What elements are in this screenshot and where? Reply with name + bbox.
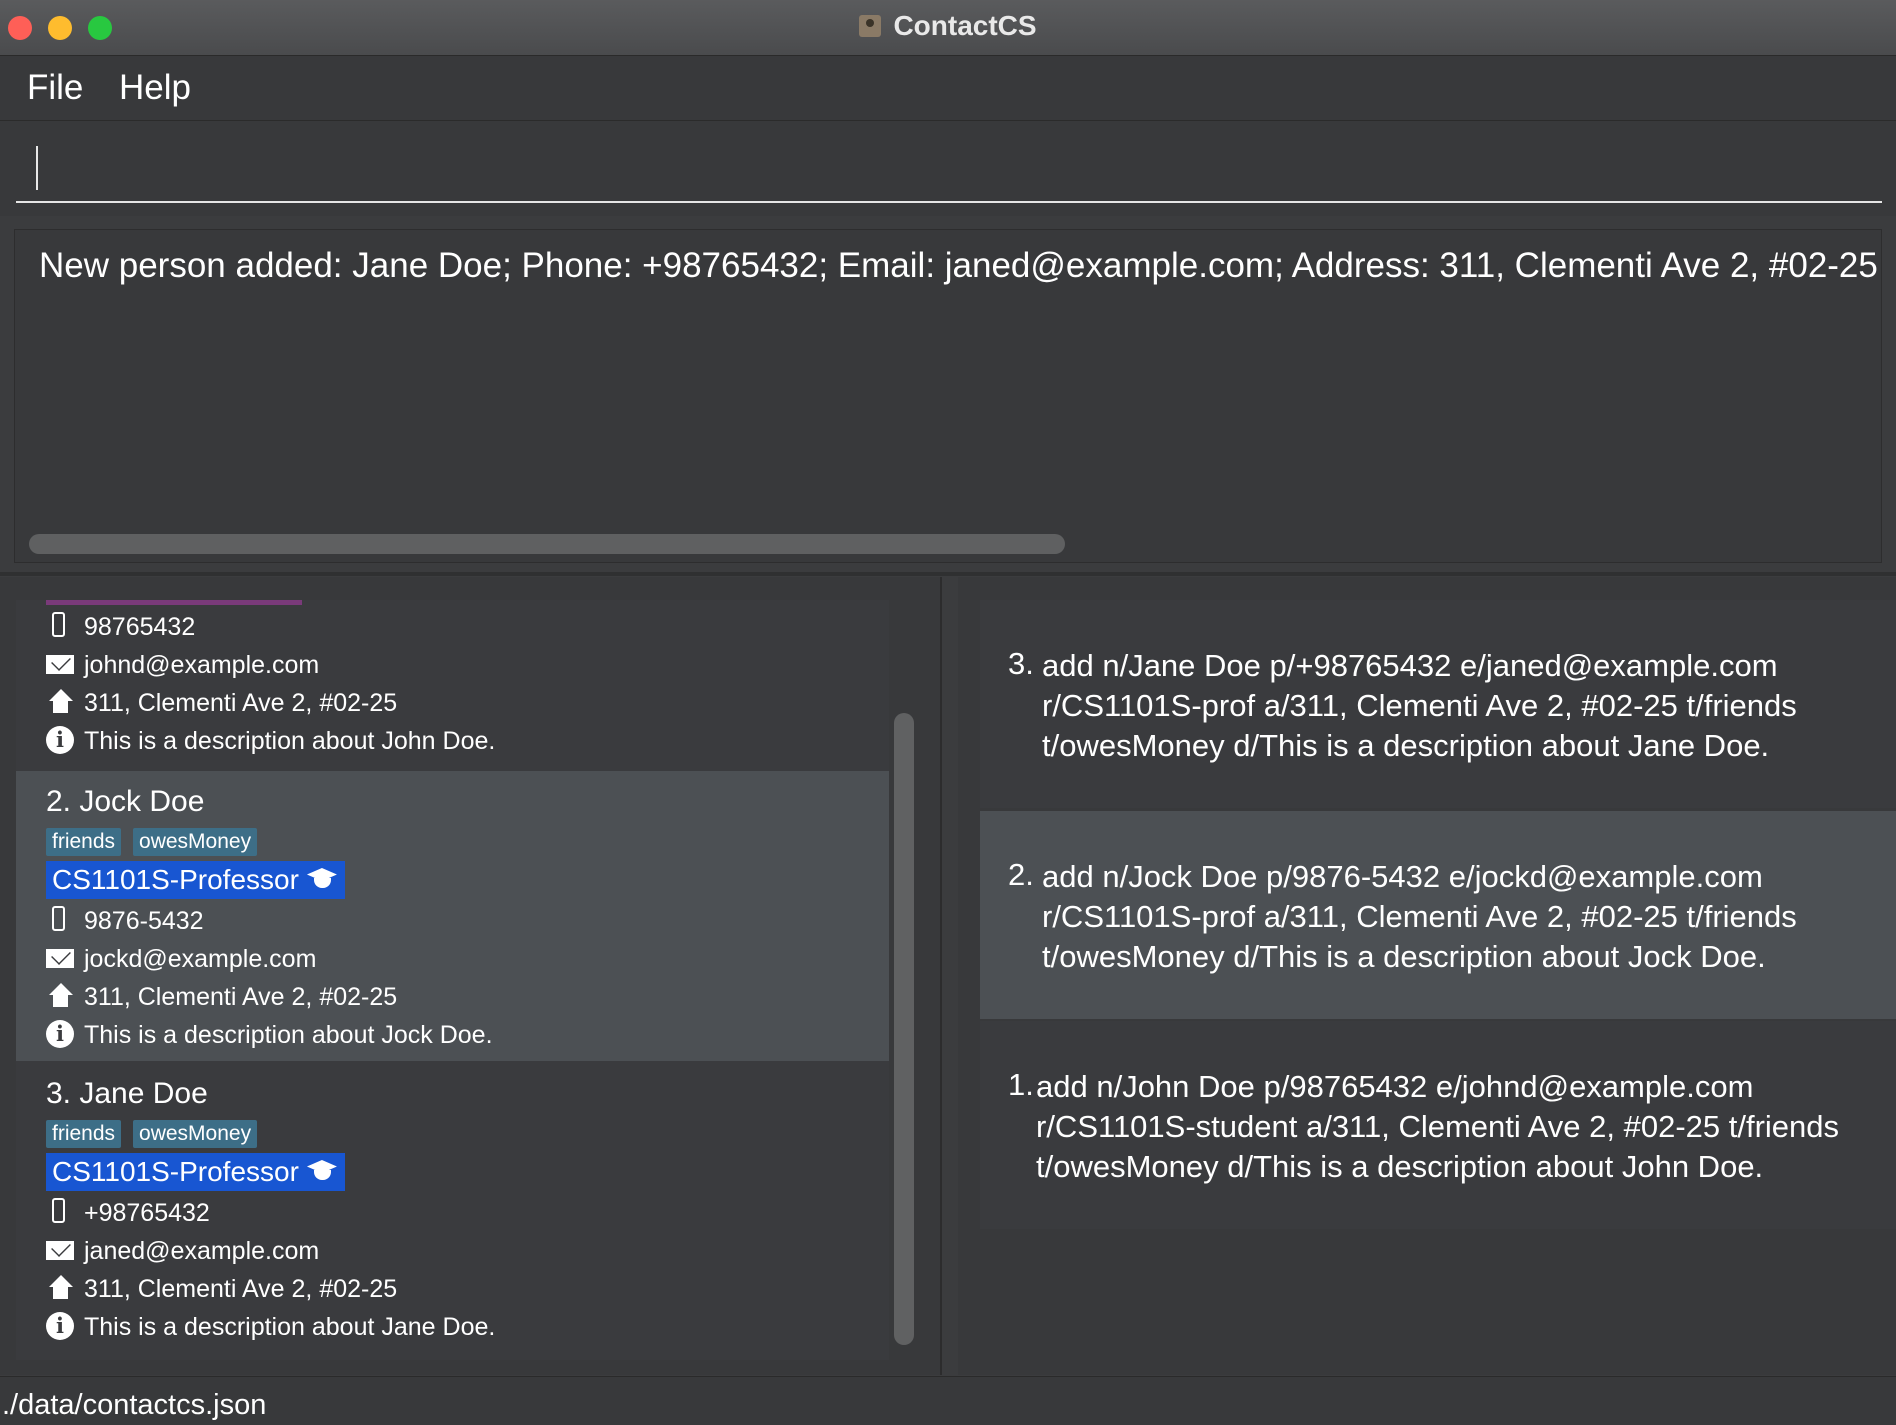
- tag-list: friends owesMoney: [46, 1120, 269, 1148]
- phone-text: 98765432: [84, 613, 196, 641]
- description-text: This is a description about Jock Doe.: [84, 1021, 493, 1049]
- graduation-cap-icon: [305, 1160, 339, 1184]
- description-field: This is a description about John Doe.: [46, 726, 495, 756]
- description-text: This is a description about John Doe.: [84, 727, 496, 755]
- tag: owesMoney: [133, 1120, 258, 1148]
- email-icon: [46, 650, 74, 678]
- tag: owesMoney: [133, 828, 258, 856]
- home-icon: [46, 688, 74, 716]
- phone-icon: [46, 612, 74, 640]
- history-index: 1.: [1008, 1067, 1034, 1102]
- person-list-scrollbar[interactable]: [894, 713, 914, 1345]
- command-history-panel: 3. add n/Jane Doe p/+98765432 e/janed@ex…: [958, 577, 1896, 1375]
- phone-field: +98765432: [46, 1198, 210, 1228]
- email-field: jockd@example.com: [46, 944, 316, 974]
- email-field: johnd@example.com: [46, 650, 319, 680]
- role-text: CS1101S-Professor: [52, 864, 299, 895]
- menu-help[interactable]: Help: [119, 68, 191, 108]
- result-display: New person added: Jane Doe; Phone: +9876…: [14, 229, 1882, 563]
- history-item[interactable]: 3. add n/Jane Doe p/+98765432 e/janed@ex…: [980, 600, 1896, 808]
- role-badge: CS1101S-Professor: [46, 1153, 345, 1191]
- text-caret: [36, 146, 38, 190]
- history-command: add n/Jock Doe p/9876-5432 e/jockd@examp…: [1042, 859, 1797, 974]
- info-icon: [46, 1020, 74, 1048]
- phone-icon: [46, 906, 74, 934]
- command-box: [0, 121, 1896, 216]
- tag: friends: [46, 1120, 122, 1148]
- history-item[interactable]: 1. add n/John Doe p/98765432 e/johnd@exa…: [980, 1021, 1896, 1229]
- person-name: 2. Jock Doe: [46, 785, 205, 818]
- history-index: 3.: [1008, 646, 1034, 681]
- phone-text: +98765432: [84, 1199, 210, 1227]
- description-field: This is a description about Jane Doe.: [46, 1312, 495, 1342]
- email-text: johnd@example.com: [84, 651, 320, 679]
- address-field: 311, Clementi Ave 2, #02-25: [46, 688, 397, 718]
- history-index: 2.: [1008, 857, 1034, 892]
- role-badge: CS1101S-Professor: [46, 861, 345, 899]
- person-name: 3. Jane Doe: [46, 1077, 208, 1110]
- person-card[interactable]: 98765432 johnd@example.com 311, Clementi…: [16, 600, 889, 771]
- panel-divider: [0, 572, 1896, 576]
- email-field: janed@example.com: [46, 1236, 319, 1266]
- info-icon: [46, 726, 74, 754]
- save-location: ./data/contactcs.json: [2, 1389, 267, 1421]
- email-text: janed@example.com: [84, 1237, 320, 1265]
- address-field: 311, Clementi Ave 2, #02-25: [46, 982, 397, 1012]
- role-badge-partial: [46, 600, 302, 605]
- address-text: 311, Clementi Ave 2, #02-25: [84, 1275, 398, 1303]
- tag: friends: [46, 828, 122, 856]
- tag-list: friends owesMoney: [46, 828, 269, 856]
- window-title-wrap: ContactCS: [0, 10, 1896, 42]
- menu-file[interactable]: File: [27, 68, 83, 108]
- description-field: This is a description about Jock Doe.: [46, 1020, 493, 1050]
- email-icon: [46, 944, 74, 972]
- history-command: add n/Jane Doe p/+98765432 e/janed@examp…: [1042, 648, 1797, 763]
- history-item[interactable]: 2. add n/Jock Doe p/9876-5432 e/jockd@ex…: [980, 811, 1896, 1019]
- phone-text: 9876-5432: [84, 907, 204, 935]
- role-text: CS1101S-Professor: [52, 1156, 299, 1187]
- address-text: 311, Clementi Ave 2, #02-25: [84, 689, 398, 717]
- info-icon: [46, 1312, 74, 1340]
- description-text: This is a description about Jane Doe.: [84, 1313, 496, 1341]
- result-message: New person added: Jane Doe; Phone: +9876…: [39, 246, 1882, 285]
- result-horizontal-scrollbar[interactable]: [29, 534, 1065, 554]
- phone-field: 98765432: [46, 612, 195, 642]
- window-title: ContactCS: [893, 10, 1037, 41]
- status-bar: ./data/contactcs.json: [0, 1376, 1896, 1425]
- title-bar: ContactCS: [0, 0, 1896, 56]
- address-text: 311, Clementi Ave 2, #02-25: [84, 983, 398, 1011]
- phone-icon: [46, 1198, 74, 1226]
- home-icon: [46, 982, 74, 1010]
- home-icon: [46, 1274, 74, 1302]
- history-command: add n/John Doe p/98765432 e/johnd@exampl…: [1036, 1069, 1840, 1184]
- person-list-panel: 98765432 johnd@example.com 311, Clementi…: [0, 577, 942, 1375]
- phone-field: 9876-5432: [46, 906, 204, 936]
- email-text: jockd@example.com: [84, 945, 317, 973]
- command-input[interactable]: [16, 141, 1882, 203]
- contacts-app-icon: [859, 15, 882, 37]
- person-list: 98765432 johnd@example.com 311, Clementi…: [16, 600, 889, 1360]
- person-card[interactable]: 3. Jane Doe friends owesMoney CS1101S-Pro…: [16, 1063, 889, 1353]
- address-field: 311, Clementi Ave 2, #02-25: [46, 1274, 397, 1304]
- menu-bar: File Help: [0, 56, 1896, 121]
- email-icon: [46, 1236, 74, 1264]
- person-card[interactable]: 2. Jock Doe friends owesMoney CS1101S-Pro…: [16, 771, 889, 1061]
- graduation-cap-icon: [305, 868, 339, 892]
